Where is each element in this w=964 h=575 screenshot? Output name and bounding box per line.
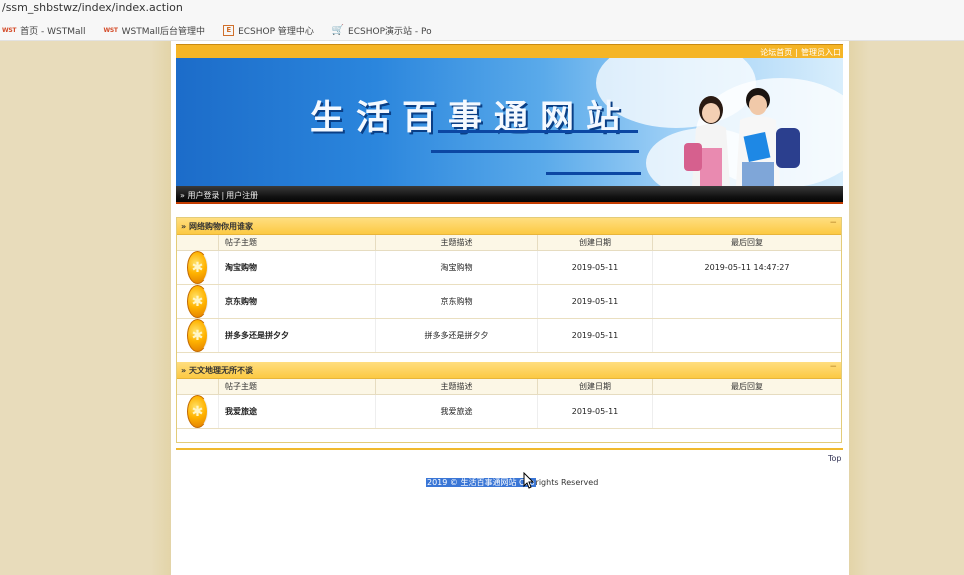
chevron-right-icon: »	[180, 191, 185, 200]
topic-desc: 淘宝购物	[376, 251, 538, 284]
wst-logo-icon: WST	[2, 26, 17, 34]
banner-stripe	[438, 130, 638, 133]
banner-stripe	[431, 150, 639, 153]
topic-icon-cell: ✱	[177, 285, 219, 318]
address-bar[interactable]: /ssm_shbstwz/index/index.action	[2, 1, 183, 14]
browser-chrome: /ssm_shbstwz/index/index.action WST 首页 -…	[0, 0, 964, 41]
copyright-selected-text: 2019 © 生活百事通网站 Cop	[426, 478, 536, 487]
column-header-last-reply: 最后回复	[731, 382, 763, 391]
text-cursor-icon	[523, 472, 535, 489]
back-to-top-link[interactable]: Top	[828, 454, 842, 463]
top-bar: 论坛首页 | 管理员入口	[176, 44, 843, 59]
column-headers: 帖子主题 主题描述 创建日期 最后回复	[177, 379, 841, 395]
page-margin-left	[0, 41, 171, 575]
forum-section: » 天文地理无所不谈 − 帖子主题 主题描述 创建日期 最后回复 ✱ 我爱旅途 …	[177, 362, 841, 429]
chevron-right-icon: »	[181, 366, 189, 375]
column-header-desc: 主题描述	[376, 235, 538, 250]
topic-star-icon: ✱	[187, 285, 208, 318]
topic-last-reply	[653, 319, 841, 352]
forum-content: » 网络购物你用谁家 − 帖子主题 主题描述 创建日期 最后回复 ✱ 淘宝购物 …	[176, 217, 842, 443]
ecshop-icon: E	[223, 24, 235, 36]
column-header-last-reply: 最后回复	[731, 238, 763, 247]
column-header-date: 创建日期	[538, 235, 653, 250]
bookmark-wstmall-admin[interactable]: WST WSTMall后台管理中	[104, 24, 206, 37]
section-header[interactable]: » 网络购物你用谁家 −	[177, 218, 841, 235]
column-header-date: 创建日期	[538, 379, 653, 394]
topic-row[interactable]: ✱ 京东购物 京东购物 2019-05-11	[177, 285, 841, 319]
students-illustration	[684, 88, 800, 186]
topic-title[interactable]: 我爱旅途	[219, 395, 376, 428]
chevron-right-icon: »	[181, 222, 189, 231]
user-nav-bar: » 用户登录 | 用户注册	[176, 186, 843, 204]
wst-logo-icon: WST	[103, 26, 118, 34]
topic-last-reply: 2019-05-11 14:47:27	[704, 263, 790, 272]
topic-desc: 我爱旅途	[376, 395, 538, 428]
topic-star-icon: ✱	[187, 395, 208, 428]
site-banner: 生活百事通网站	[176, 58, 843, 186]
footer-divider	[176, 448, 843, 450]
topic-icon-cell: ✱	[177, 319, 219, 352]
register-link[interactable]: 用户注册	[226, 191, 258, 200]
topic-row[interactable]: ✱ 我爱旅途 我爱旅途 2019-05-11	[177, 395, 841, 429]
topic-title[interactable]: 淘宝购物	[219, 251, 376, 284]
user-nav-links: » 用户登录 | 用户注册	[180, 190, 258, 201]
topic-desc: 拼多多还是拼夕夕	[376, 319, 538, 352]
forum-page: 论坛首页 | 管理员入口 生活百事通网站 » 用户登录 | 用户注册 » 网络购…	[171, 41, 849, 575]
section-title-text: 天文地理无所不谈	[188, 366, 253, 375]
bookmark-wstmall-home[interactable]: WST 首页 - WSTMall	[2, 24, 86, 37]
topic-date: 2019-05-11	[538, 395, 653, 428]
forum-section: » 网络购物你用谁家 − 帖子主题 主题描述 创建日期 最后回复 ✱ 淘宝购物 …	[177, 218, 841, 353]
column-header-icon	[177, 379, 219, 394]
topic-row[interactable]: ✱ 淘宝购物 淘宝购物 2019-05-11 2019-05-11 14:47:…	[177, 251, 841, 285]
section-title-text: 网络购物你用谁家	[188, 222, 253, 231]
bookmark-label: ECSHOP 管理中心	[238, 26, 314, 37]
bookmark-ecshop-admin[interactable]: E ECSHOP 管理中心	[223, 24, 314, 37]
bookmarks-bar: WST 首页 - WSTMall WST WSTMall后台管理中 E ECSH…	[0, 22, 448, 38]
forum-home-link[interactable]: 论坛首页	[760, 48, 792, 57]
section-title: » 天文地理无所不谈	[181, 365, 253, 376]
section-header[interactable]: » 天文地理无所不谈 −	[177, 362, 841, 379]
separator: |	[795, 48, 798, 57]
column-header-icon	[177, 235, 219, 250]
bookmark-label: WSTMall后台管理中	[121, 26, 206, 37]
top-links: 论坛首页 | 管理员入口	[760, 47, 841, 58]
section-title: » 网络购物你用谁家	[181, 221, 253, 232]
topic-title[interactable]: 京东购物	[219, 285, 376, 318]
collapse-icon[interactable]: −	[829, 362, 837, 372]
topic-date: 2019-05-11	[538, 285, 653, 318]
bookmark-label: 首页 - WSTMall	[20, 26, 86, 37]
separator: |	[221, 191, 225, 200]
column-header-title: 帖子主题	[219, 235, 376, 250]
collapse-icon[interactable]: −	[829, 218, 837, 228]
topic-row[interactable]: ✱ 拼多多还是拼夕夕 拼多多还是拼夕夕 2019-05-11	[177, 319, 841, 353]
topic-date: 2019-05-11	[538, 251, 653, 284]
bookmark-label: ECSHOP演示站 - Po	[348, 26, 432, 37]
topic-star-icon: ✱	[187, 251, 208, 284]
topic-icon-cell: ✱	[177, 251, 219, 284]
topic-title[interactable]: 拼多多还是拼夕夕	[219, 319, 376, 352]
column-header-desc: 主题描述	[376, 379, 538, 394]
topic-star-icon: ✱	[187, 319, 208, 352]
admin-entry-link[interactable]: 管理员入口	[801, 48, 841, 57]
login-link[interactable]: 用户登录	[187, 191, 219, 200]
cart-icon: 🛒	[331, 24, 345, 36]
copyright-text: 2019 © 生活百事通网站 Coprights Reserved	[426, 477, 598, 488]
topic-date: 2019-05-11	[538, 319, 653, 352]
column-header-title: 帖子主题	[219, 379, 376, 394]
topic-desc: 京东购物	[376, 285, 538, 318]
bookmark-ecshop-demo[interactable]: 🛒 ECSHOP演示站 - Po	[332, 24, 432, 37]
page-margin-right	[849, 41, 964, 575]
copyright-rest-text: rights Reserved	[535, 478, 599, 487]
topic-last-reply	[653, 285, 841, 318]
banner-stripe	[546, 172, 641, 175]
column-headers: 帖子主题 主题描述 创建日期 最后回复	[177, 235, 841, 251]
topic-last-reply	[653, 395, 841, 428]
topic-icon-cell: ✱	[177, 395, 219, 428]
